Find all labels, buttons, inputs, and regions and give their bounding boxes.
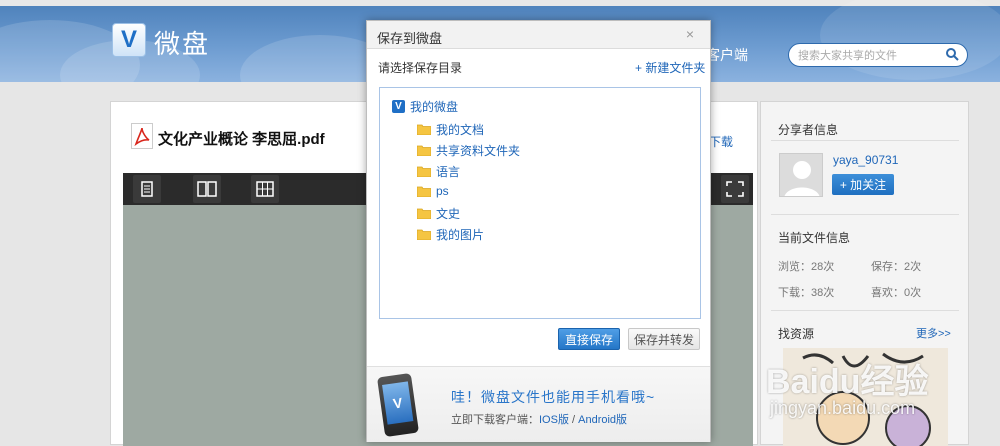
sharer-heading: 分享者信息 <box>778 123 839 137</box>
tree-folder-label: 我的文档 <box>436 123 485 137</box>
tree-folder[interactable]: ps <box>417 184 449 198</box>
folder-icon <box>417 229 431 240</box>
folder-tree: V 我的微盘 我的文档 共享资料文件夹 语言 ps 文史 我的图片 <box>379 87 701 319</box>
dialog-titlebar: 保存到微盘 × <box>367 21 710 49</box>
pdf-icon <box>131 123 153 149</box>
mobile-promo: V 哇！微盘文件也能用手机看哦~ 立即下载客户端：IOS版 / Android版 <box>367 366 710 442</box>
tree-folder[interactable]: 我的图片 <box>417 226 484 243</box>
phone-icon: V <box>376 372 420 438</box>
new-folder-link[interactable]: + 新建文件夹 <box>635 59 705 76</box>
tree-folder[interactable]: 文史 <box>417 205 460 222</box>
dialog-subtitle: 请选择保存目录 <box>378 61 463 75</box>
tree-root-label: 我的微盘 <box>410 100 459 114</box>
cloud-decoration <box>820 0 1000 80</box>
weipan-icon: V <box>392 100 405 113</box>
stat-saves: 保存：2次 <box>871 261 922 273</box>
fullscreen-icon[interactable] <box>721 175 749 203</box>
folder-icon <box>417 208 431 219</box>
stat-views: 浏览：28次 <box>778 261 835 273</box>
search-placeholder: 搜索大家共享的文件 <box>798 50 897 62</box>
tree-folder-label: 共享资料文件夹 <box>436 144 521 158</box>
baidu-watermark: Baidu经验 <box>766 363 929 401</box>
save-button[interactable]: 直接保存 <box>558 328 620 350</box>
tree-folder[interactable]: 语言 <box>417 163 460 180</box>
promo-title: 哇！微盘文件也能用手机看哦~ <box>451 389 656 405</box>
tree-folder[interactable]: 共享资料文件夹 <box>417 142 520 159</box>
folder-icon <box>417 124 431 135</box>
divider <box>771 214 959 215</box>
file-info-heading: 当前文件信息 <box>778 231 851 245</box>
divider <box>771 310 959 311</box>
search-icon[interactable] <box>945 47 959 61</box>
grid-view-icon[interactable] <box>251 175 279 203</box>
tree-folder-label: 文史 <box>436 207 461 221</box>
tree-folder-label: 语言 <box>436 165 461 179</box>
divider <box>771 140 959 141</box>
nav-client-link[interactable]: 客户端 <box>706 45 748 65</box>
resources-heading: 找资源 <box>778 327 815 341</box>
save-and-forward-button[interactable]: 保存并转发 <box>628 328 700 350</box>
logo-text[interactable]: 微盘 <box>154 24 210 61</box>
logo-letter: V <box>120 26 137 53</box>
avatar[interactable] <box>779 153 823 197</box>
stat-downloads: 下载：38次 <box>778 287 835 299</box>
single-page-icon[interactable] <box>133 175 161 203</box>
stat-likes: 喜欢：0次 <box>871 287 922 299</box>
folder-icon <box>417 186 431 197</box>
tree-folder-label: ps <box>436 184 449 198</box>
save-to-weipan-dialog: 保存到微盘 × 请选择保存目录 + 新建文件夹 V 我的微盘 我的文档 共享资料… <box>366 20 711 442</box>
baidu-watermark-url: jingyan.baidu.com <box>770 398 916 418</box>
promo-subtitle: 立即下载客户端：IOS版 / Android版 <box>451 411 627 427</box>
tree-root[interactable]: V 我的微盘 <box>392 98 458 115</box>
promo-prefix: 立即下载客户端： <box>451 414 539 426</box>
two-page-icon[interactable] <box>193 175 221 203</box>
download-link[interactable]: 下载 <box>709 133 733 150</box>
tree-folder[interactable]: 我的文档 <box>417 121 484 138</box>
android-download-link[interactable]: Android版 <box>578 414 627 426</box>
logo-icon[interactable]: V <box>112 23 146 57</box>
folder-icon <box>417 166 431 177</box>
more-link[interactable]: 更多>> <box>916 325 951 341</box>
document-title: 文化产业概论 李思屈.pdf <box>158 131 325 148</box>
ios-download-link[interactable]: IOS版 <box>539 414 569 426</box>
follow-button[interactable]: + 加关注 <box>832 174 894 195</box>
dialog-title: 保存到微盘 <box>377 31 443 46</box>
search-input[interactable]: 搜索大家共享的文件 <box>788 43 968 67</box>
tree-folder-label: 我的图片 <box>436 228 485 242</box>
promo-separator: / <box>568 414 579 426</box>
close-icon[interactable]: × <box>686 26 694 42</box>
sharer-username[interactable]: yaya_90731 <box>833 153 898 167</box>
folder-icon <box>417 145 431 156</box>
